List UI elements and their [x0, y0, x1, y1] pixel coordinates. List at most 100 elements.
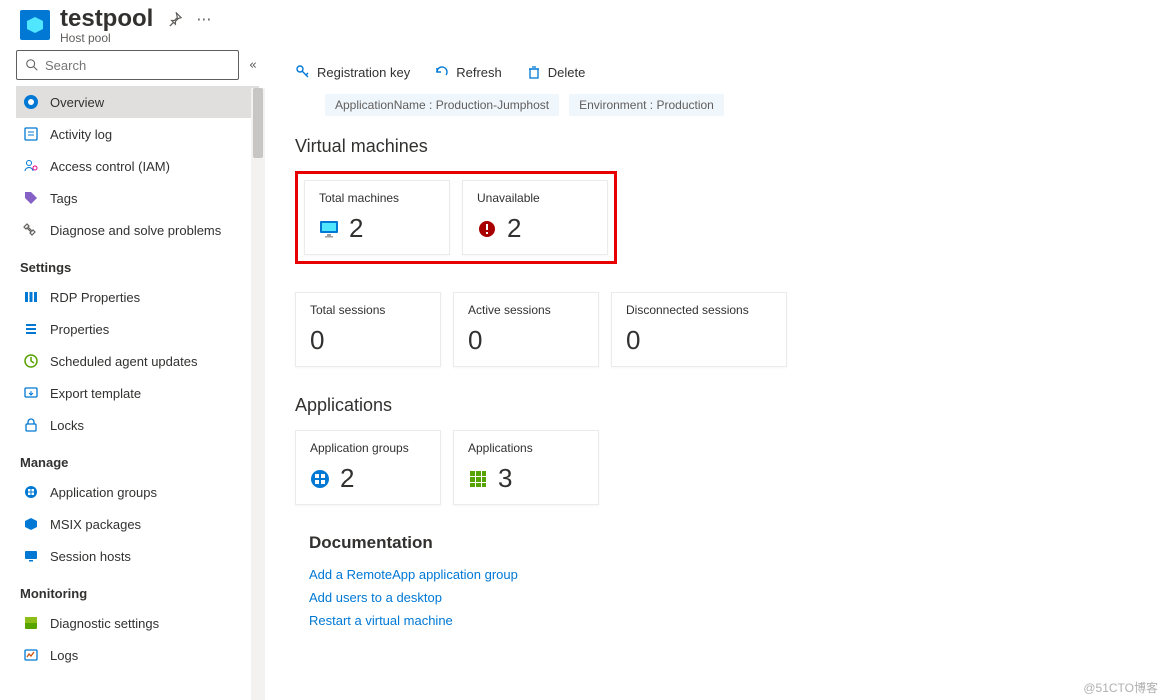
- sidebar-scrollbar[interactable]: [251, 88, 265, 700]
- sidebar-group-settings: Settings: [16, 246, 259, 281]
- lock-icon: [22, 417, 40, 433]
- title-block: testpool ⋯ Host pool: [60, 5, 211, 45]
- card-total-machines[interactable]: Total machines 2: [304, 180, 450, 255]
- card-value: 3: [498, 463, 512, 494]
- sidebar-item-label: Properties: [50, 322, 109, 337]
- section-title-doc: Documentation: [309, 533, 1164, 553]
- appgroups-icon: [22, 484, 40, 500]
- card-value: 2: [507, 213, 521, 244]
- content-pane: Registration key Refresh Delete Applicat…: [265, 50, 1164, 700]
- card-unavailable[interactable]: Unavailable 2: [462, 180, 608, 255]
- sidebar-item-label: Logs: [50, 648, 78, 663]
- card-value: 0: [626, 325, 772, 356]
- tag-chip[interactable]: Environment : Production: [569, 94, 724, 116]
- sidebar-item-msix-packages[interactable]: MSIX packages: [16, 508, 259, 540]
- error-icon: [477, 219, 497, 239]
- sidebar-menu: Overview Activity log Access control (IA…: [16, 86, 261, 696]
- section-title-apps: Applications: [295, 395, 1164, 416]
- access-control-icon: [22, 158, 40, 174]
- diagnose-icon: [22, 222, 40, 238]
- tags-icon: [22, 190, 40, 206]
- card-application-groups[interactable]: Application groups 2: [295, 430, 441, 505]
- rdp-icon: [22, 289, 40, 305]
- sidebar-item-session-hosts[interactable]: Session hosts: [16, 540, 259, 572]
- card-label: Application groups: [310, 441, 426, 455]
- sidebar-item-logs[interactable]: Logs: [16, 639, 259, 671]
- sidebar-item-label: Export template: [50, 386, 141, 401]
- sidebar-item-application-groups[interactable]: Application groups: [16, 476, 259, 508]
- sidebar-item-label: Access control (IAM): [50, 159, 170, 174]
- doc-link[interactable]: Restart a virtual machine: [309, 613, 1164, 628]
- schedule-icon: [22, 353, 40, 369]
- card-label: Active sessions: [468, 303, 584, 317]
- card-value: 2: [349, 213, 363, 244]
- toolbar-label: Delete: [548, 65, 586, 80]
- section-title-vm: Virtual machines: [295, 136, 1164, 157]
- sidebar-item-label: Overview: [50, 95, 104, 110]
- doc-links: Add a RemoteApp application group Add us…: [309, 567, 1164, 628]
- highlight-annotation: Total machines 2 Unavailable 2: [295, 171, 617, 264]
- refresh-button[interactable]: Refresh: [434, 64, 502, 80]
- sidebar-item-label: Application groups: [50, 485, 157, 500]
- card-value: 0: [468, 325, 584, 356]
- key-icon: [295, 64, 311, 80]
- page-title: testpool: [60, 5, 153, 33]
- sidebar-item-overview[interactable]: Overview: [16, 86, 259, 118]
- session-hosts-icon: [22, 548, 40, 564]
- apps-cards: Application groups 2 Applications 3: [295, 430, 1164, 505]
- sidebar-item-label: Diagnostic settings: [50, 616, 159, 631]
- session-cards: Total sessions 0 Active sessions 0 Disco…: [295, 292, 1164, 367]
- sidebar-group-monitoring: Monitoring: [16, 572, 259, 607]
- card-label: Total machines: [319, 191, 435, 205]
- doc-link[interactable]: Add a RemoteApp application group: [309, 567, 1164, 582]
- sidebar-item-label: RDP Properties: [50, 290, 140, 305]
- delete-button[interactable]: Delete: [526, 64, 586, 80]
- sidebar-item-export-template[interactable]: Export template: [16, 377, 259, 409]
- card-active-sessions[interactable]: Active sessions 0: [453, 292, 599, 367]
- search-input[interactable]: [45, 58, 230, 73]
- more-icon[interactable]: ⋯: [196, 10, 211, 28]
- card-value: 2: [340, 463, 354, 494]
- tag-chip[interactable]: ApplicationName : Production-Jumphost: [325, 94, 559, 116]
- card-applications[interactable]: Applications 3: [453, 430, 599, 505]
- diagnostic-icon: [22, 615, 40, 631]
- sidebar-item-rdp-properties[interactable]: RDP Properties: [16, 281, 259, 313]
- collapse-icon[interactable]: «: [245, 58, 261, 73]
- logs-icon: [22, 647, 40, 663]
- sidebar-item-locks[interactable]: Locks: [16, 409, 259, 441]
- grid-green-icon: [468, 469, 488, 489]
- search-box[interactable]: [16, 50, 239, 80]
- sidebar-item-label: Tags: [50, 191, 77, 206]
- sidebar-item-label: Diagnose and solve problems: [50, 223, 221, 238]
- sidebar-item-activity-log[interactable]: Activity log: [16, 118, 259, 150]
- card-label: Total sessions: [310, 303, 426, 317]
- scrollbar-thumb[interactable]: [253, 88, 263, 158]
- sidebar-item-access-control[interactable]: Access control (IAM): [16, 150, 259, 182]
- sidebar-item-label: Activity log: [50, 127, 112, 142]
- sidebar-item-properties[interactable]: Properties: [16, 313, 259, 345]
- refresh-icon: [434, 64, 450, 80]
- toolbar-label: Refresh: [456, 65, 502, 80]
- sidebar-item-label: Session hosts: [50, 549, 131, 564]
- delete-icon: [526, 64, 542, 80]
- msix-icon: [22, 516, 40, 532]
- overview-icon: [22, 94, 40, 110]
- card-label: Unavailable: [477, 191, 593, 205]
- sidebar-item-tags[interactable]: Tags: [16, 182, 259, 214]
- registration-key-button[interactable]: Registration key: [295, 64, 410, 80]
- sidebar: « Overview Activity log Access control (…: [0, 50, 265, 700]
- sidebar-item-diagnostic-settings[interactable]: Diagnostic settings: [16, 607, 259, 639]
- toolbar-label: Registration key: [317, 65, 410, 80]
- pin-icon[interactable]: [167, 12, 182, 27]
- card-total-sessions[interactable]: Total sessions 0: [295, 292, 441, 367]
- sidebar-item-label: Locks: [50, 418, 84, 433]
- resource-header: testpool ⋯ Host pool: [0, 0, 1164, 50]
- sidebar-item-scheduled-updates[interactable]: Scheduled agent updates: [16, 345, 259, 377]
- sidebar-item-diagnose[interactable]: Diagnose and solve problems: [16, 214, 259, 246]
- hostpool-icon: [20, 10, 50, 40]
- card-disconnected-sessions[interactable]: Disconnected sessions 0: [611, 292, 787, 367]
- export-icon: [22, 385, 40, 401]
- sidebar-item-label: Scheduled agent updates: [50, 354, 197, 369]
- card-label: Applications: [468, 441, 584, 455]
- doc-link[interactable]: Add users to a desktop: [309, 590, 1164, 605]
